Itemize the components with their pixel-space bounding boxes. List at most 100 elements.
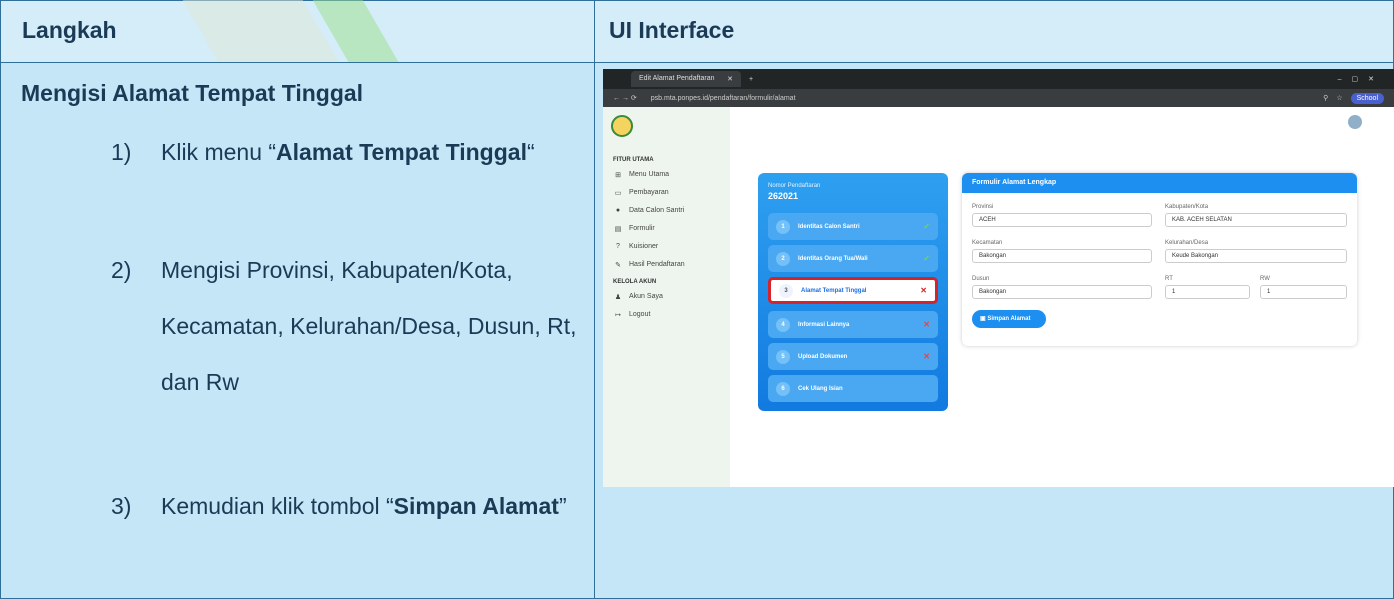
document-table: Langkah UI Interface Mengisi Alamat Temp… <box>0 0 1394 599</box>
step-circle: 2 <box>776 251 790 266</box>
logo <box>611 115 633 137</box>
step-upload-dokumen[interactable]: 5 Upload Dokumen ✕ <box>768 343 938 370</box>
step-text: Kemudian klik tombol “Simpan Alamat” <box>161 478 581 534</box>
kelurahan-field: Kelurahan/Desa Keude Bakongan <box>1165 240 1347 263</box>
sidebar-item-label: Formulir <box>629 225 655 232</box>
check-icon: ✓ <box>923 222 930 231</box>
step-circle: 6 <box>776 381 790 396</box>
step-circle: 5 <box>776 349 790 364</box>
sidebar-item-label: Data Calon Santri <box>629 207 685 214</box>
field-label: Dusun <box>972 276 990 282</box>
tab-title: Edit Alamat Pendaftaran <box>639 75 715 82</box>
account-icon: ♟ <box>614 294 622 301</box>
result-icon: ✎ <box>615 262 621 269</box>
sidebar-item-formulir[interactable]: ▤ Formulir <box>613 225 655 233</box>
kecamatan-field: Kecamatan Bakongan <box>972 240 1152 263</box>
address-form: Formulir Alamat Lengkap Provinsi ACEH Kab… <box>962 173 1357 346</box>
rw-field: RW 1 <box>1260 276 1347 299</box>
field-label: Kecamatan <box>972 240 1003 246</box>
sidebar-item-kuisioner[interactable]: ? Kuisioner <box>613 243 658 250</box>
step-label: Alamat Tempat Tinggal <box>801 287 867 294</box>
field-label: RW <box>1260 276 1270 282</box>
sidebar-item-menu-utama[interactable]: ⊞ Menu Utama <box>613 171 669 179</box>
sidebar-item-label: Hasil Pendaftaran <box>629 261 685 268</box>
field-label: Provinsi <box>972 204 994 210</box>
step-number: 1) <box>111 139 132 165</box>
step-label: Identitas Calon Santri <box>798 223 860 230</box>
step-text-pre: Klik menu “ <box>161 139 277 165</box>
section-heading: Mengisi Alamat Tempat Tinggal <box>21 80 364 106</box>
sidebar-item-label: Pembayaran <box>629 189 669 196</box>
browser-tabbar: Edit Alamat Pendaftaran ✕ + –▢✕ <box>603 69 1394 89</box>
sidebar-section-title: FITUR UTAMA <box>613 157 654 163</box>
cross-icon: ✕ <box>920 286 927 295</box>
field-label: RT <box>1165 276 1173 282</box>
registration-label: Nomor Pendaftaran <box>768 183 821 189</box>
nav-icons[interactable]: ← → ⟳ <box>613 94 637 102</box>
step-label: Upload Dokumen <box>798 353 848 360</box>
sidebar-item-label: Akun Saya <box>629 293 663 300</box>
new-tab-icon[interactable]: + <box>749 76 753 83</box>
step-text-post: ” <box>558 493 567 519</box>
provinsi-select[interactable]: ACEH <box>972 213 1152 227</box>
simpan-alamat-button[interactable]: ▣ Simpan Alamat <box>972 310 1046 328</box>
browser-tab[interactable]: Edit Alamat Pendaftaran ✕ <box>631 71 741 87</box>
step-cek-ulang-isian[interactable]: 6 Cek Ulang Isian <box>768 375 938 402</box>
rt-input[interactable]: 1 <box>1165 285 1250 299</box>
check-icon: ✓ <box>923 254 930 263</box>
zoom-icon[interactable]: ⚲ <box>1323 94 1328 102</box>
kabupaten-select[interactable]: KAB. ACEH SELATAN <box>1165 213 1347 227</box>
step-identitas-orang-tua[interactable]: 2 Identitas Orang Tua/Wali ✓ <box>768 245 938 272</box>
url-field[interactable]: psb.mta.ponpes.id/pendaftaran/formulir/a… <box>651 95 796 102</box>
kabupaten-field: Kabupaten/Kota KAB. ACEH SELATAN <box>1165 204 1347 227</box>
user-icon: ● <box>615 207 621 214</box>
address-bar: ← → ⟳ psb.mta.ponpes.id/pendaftaran/form… <box>603 89 1394 107</box>
card-icon: ▭ <box>614 190 622 197</box>
registration-number: 262021 <box>768 191 799 201</box>
kelurahan-select[interactable]: Keude Bakongan <box>1165 249 1347 263</box>
rw-input[interactable]: 1 <box>1260 285 1347 299</box>
step-circle: 4 <box>776 317 790 332</box>
step-number: 3) <box>111 493 132 519</box>
step-number: 2) <box>111 257 132 283</box>
cross-icon: ✕ <box>923 352 930 361</box>
sidebar-item-logout[interactable]: ↦ Logout <box>613 311 650 319</box>
sidebar-section-title: KELOLA AKUN <box>613 279 657 285</box>
question-icon: ? <box>616 243 620 250</box>
dusun-input[interactable]: Bakongan <box>972 285 1152 299</box>
sidebar: FITUR UTAMA ⊞ Menu Utama ▭ Pembayaran ● Dat… <box>603 107 730 487</box>
sidebar-item-hasil-pendaftaran[interactable]: ✎ Hasil Pendaftaran <box>613 261 685 269</box>
step-text-pre: Kemudian klik tombol “ <box>161 493 394 519</box>
sidebar-item-akun-saya[interactable]: ♟ Akun Saya <box>613 293 663 301</box>
step-circle: 1 <box>776 219 790 234</box>
step-text-bold: Simpan Alamat <box>393 493 559 519</box>
dusun-field: Dusun Bakongan <box>972 276 1152 299</box>
sidebar-item-label: Menu Utama <box>629 171 670 178</box>
form-title: Formulir Alamat Lengkap <box>962 173 1357 193</box>
menu-icon: ⊞ <box>615 172 621 179</box>
logout-icon: ↦ <box>615 312 621 319</box>
provinsi-field: Provinsi ACEH <box>972 204 1152 227</box>
step-text: Mengisi Provinsi, Kabupaten/Kota, Kecama… <box>161 257 577 395</box>
sidebar-item-label: Kuisioner <box>629 243 659 250</box>
field-label: Kabupaten/Kota <box>1165 204 1209 210</box>
form-icon: ▤ <box>614 226 622 233</box>
star-icon[interactable]: ☆ <box>1336 94 1342 102</box>
step-informasi-lainnya[interactable]: 4 Informasi Lainnya ✕ <box>768 311 938 338</box>
rt-field: RT 1 <box>1165 276 1250 299</box>
sidebar-item-pembayaran[interactable]: ▭ Pembayaran <box>613 189 669 197</box>
sidebar-item-data-calon-santri[interactable]: ● Data Calon Santri <box>613 207 684 214</box>
kecamatan-select[interactable]: Bakongan <box>972 249 1152 263</box>
profile-button[interactable]: School <box>1350 92 1384 104</box>
step-label: Informasi Lainnya <box>798 321 850 328</box>
close-icon[interactable]: ✕ <box>727 75 733 83</box>
field-label: Kelurahan/Desa <box>1165 240 1209 246</box>
app-body: FITUR UTAMA ⊞ Menu Utama ▭ Pembayaran ● Dat… <box>603 107 1394 487</box>
window-controls[interactable]: –▢✕ <box>1338 75 1384 83</box>
save-label: Simpan Alamat <box>987 316 1031 322</box>
step-identitas-calon-santri[interactable]: 1 Identitas Calon Santri ✓ <box>768 213 938 240</box>
avatar[interactable] <box>1348 115 1362 129</box>
col-header-ui: UI Interface <box>594 0 1394 63</box>
step-text-bold: Alamat Tempat Tinggal <box>276 139 527 165</box>
step-alamat-tempat-tinggal[interactable]: 3 Alamat Tempat Tinggal ✕ <box>768 277 938 304</box>
